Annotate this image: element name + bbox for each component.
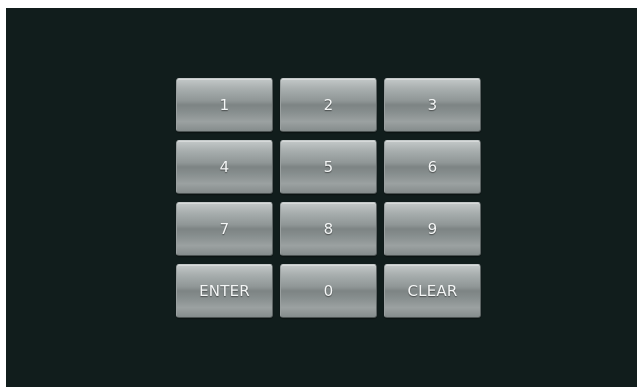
numeric-keypad: 1 2 3 4 5 6 7 8 9 ENTER 0 CLEAR: [176, 78, 481, 318]
clear-label: CLEAR: [407, 282, 458, 300]
key-5-button[interactable]: 5: [280, 140, 377, 194]
key-8-button[interactable]: 8: [280, 202, 377, 256]
key-3-button[interactable]: 3: [384, 78, 481, 132]
key-1-label: 1: [219, 96, 230, 114]
key-1-button[interactable]: 1: [176, 78, 273, 132]
keypad-screen: 1 2 3 4 5 6 7 8 9 ENTER 0 CLEAR: [6, 8, 637, 387]
enter-button[interactable]: ENTER: [176, 264, 273, 318]
key-8-label: 8: [323, 220, 334, 238]
key-0-button[interactable]: 0: [280, 264, 377, 318]
key-4-label: 4: [219, 158, 230, 176]
key-6-label: 6: [427, 158, 438, 176]
key-2-label: 2: [323, 96, 334, 114]
key-7-label: 7: [219, 220, 230, 238]
key-5-label: 5: [323, 158, 334, 176]
key-4-button[interactable]: 4: [176, 140, 273, 194]
key-9-label: 9: [427, 220, 438, 238]
key-9-button[interactable]: 9: [384, 202, 481, 256]
key-3-label: 3: [427, 96, 438, 114]
clear-button[interactable]: CLEAR: [384, 264, 481, 318]
key-2-button[interactable]: 2: [280, 78, 377, 132]
key-7-button[interactable]: 7: [176, 202, 273, 256]
key-0-label: 0: [323, 282, 334, 300]
enter-label: ENTER: [199, 282, 250, 300]
key-6-button[interactable]: 6: [384, 140, 481, 194]
